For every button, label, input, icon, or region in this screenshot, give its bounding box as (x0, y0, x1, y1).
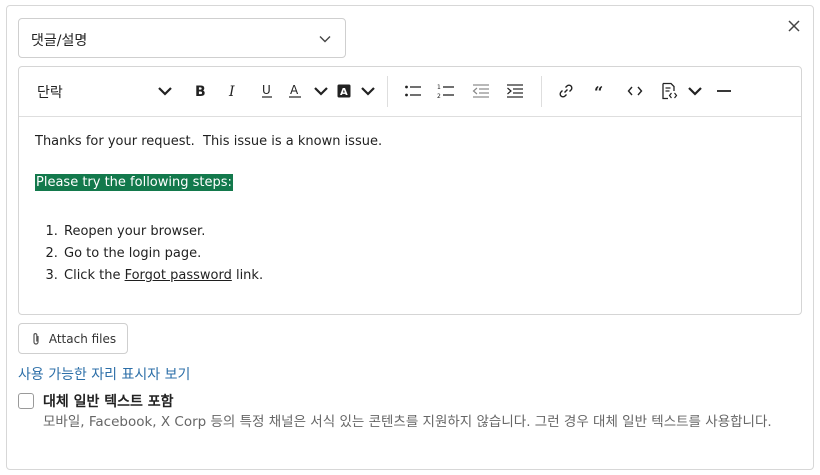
svg-text:I: I (228, 84, 235, 99)
highlight-color-icon[interactable]: A (335, 80, 353, 102)
type-select[interactable]: 댓글/설명 (18, 18, 346, 58)
steps-list: Reopen your browser. Go to the login pag… (35, 221, 263, 287)
rich-text-editor[interactable]: 단락 B I U A A 12 “ Thanks for your reques… (18, 66, 802, 315)
forgot-password-link[interactable]: Forgot password (125, 268, 232, 283)
type-select-value: 댓글/설명 (31, 33, 88, 49)
attach-files-button[interactable]: Attach files (18, 323, 128, 354)
view-placeholders-link[interactable]: 사용 가능한 자리 표시자 보기 (18, 364, 190, 384)
code-icon[interactable] (624, 80, 646, 102)
svg-text:A: A (340, 87, 348, 98)
text-color-icon[interactable]: A (286, 80, 304, 102)
plain-text-description: 모바일, Facebook, X Corp 등의 특정 채널은 서식 있는 콘텐… (43, 414, 772, 430)
attach-files-label: Attach files (48, 331, 117, 346)
horizontal-rule-icon[interactable] (713, 80, 735, 102)
numbered-list-icon[interactable]: 12 (435, 80, 457, 102)
chevron-down-icon (319, 36, 331, 43)
outdent-icon[interactable] (470, 80, 492, 102)
link-icon[interactable] (555, 80, 577, 102)
plain-text-checkbox[interactable] (18, 393, 34, 409)
close-icon[interactable] (785, 17, 803, 35)
bullet-list-icon[interactable] (402, 80, 424, 102)
editor-toolbar: 단락 B I U A A 12 “ (19, 67, 801, 117)
bold-icon[interactable]: B (189, 80, 211, 102)
text-color-chevron-icon[interactable] (312, 80, 330, 102)
svg-text:A: A (290, 83, 299, 97)
highlight-chevron-icon[interactable] (359, 80, 377, 102)
svg-text:“: “ (594, 83, 603, 99)
list-item: Reopen your browser. (62, 221, 263, 243)
indent-icon[interactable] (504, 80, 526, 102)
editor-text-line: Thanks for your request. This issue is a… (35, 134, 383, 149)
highlighted-text: Please try the following steps: (35, 174, 233, 191)
svg-text:U: U (262, 83, 271, 97)
paperclip-icon (33, 332, 39, 345)
plain-text-label: 대체 일반 텍스트 포함 (43, 394, 174, 410)
more-chevron-icon[interactable] (685, 80, 705, 102)
svg-text:1: 1 (437, 84, 441, 91)
paragraph-chevron-icon[interactable] (155, 80, 175, 102)
quote-icon[interactable]: “ (590, 80, 612, 102)
toolbar-divider (541, 76, 542, 107)
paragraph-style-dropdown[interactable]: 단락 (37, 82, 63, 102)
svg-text:2: 2 (437, 93, 441, 99)
list-item: Go to the login page. (62, 243, 263, 265)
underline-icon[interactable]: U (256, 80, 278, 102)
svg-text:B: B (195, 84, 206, 99)
list-item: Click the Forgot password link. (62, 265, 263, 287)
toolbar-divider (387, 76, 388, 107)
code-block-icon[interactable] (658, 80, 680, 102)
italic-icon[interactable]: I (222, 80, 244, 102)
